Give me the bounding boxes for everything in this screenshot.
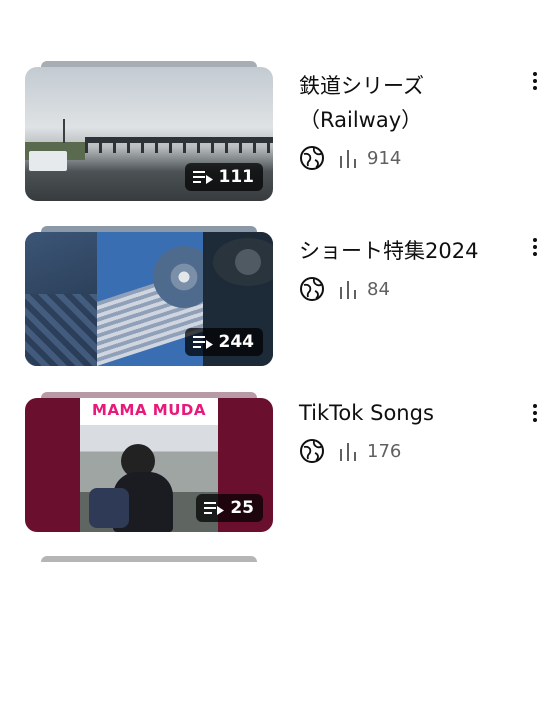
bar-chart-icon xyxy=(340,281,356,299)
view-count: 176 xyxy=(367,440,402,462)
more-vert-icon[interactable] xyxy=(530,236,540,260)
video-count-badge: 25 xyxy=(196,494,263,522)
thumbnail-image: 244 xyxy=(25,232,273,366)
bar-chart-icon xyxy=(340,443,356,461)
thumbnail-image: 111 xyxy=(25,67,273,201)
playlist-icon xyxy=(192,171,213,184)
stack-edge xyxy=(41,556,257,562)
video-count-badge: 244 xyxy=(184,328,263,356)
video-count: 25 xyxy=(230,498,254,518)
thumbnail-image: MAMA MUDA 25 xyxy=(25,398,273,532)
video-count-badge: 111 xyxy=(184,163,263,191)
thumbnail-caption: MAMA MUDA xyxy=(92,401,206,419)
bar-chart-icon xyxy=(340,150,356,168)
playlist-icon xyxy=(192,336,213,349)
view-count: 914 xyxy=(367,147,402,169)
view-count: 84 xyxy=(367,278,390,300)
playlist-row[interactable]: 111 鉄道シリーズ（Railway） 914 xyxy=(0,61,560,217)
playlist-row[interactable]: MAMA MUDA 25 TikTok Songs 176 xyxy=(0,392,560,548)
playlist-title[interactable]: ショート特集2024 xyxy=(299,234,529,268)
playlist-title[interactable]: TikTok Songs xyxy=(299,396,529,430)
playlist-title[interactable]: 鉄道シリーズ（Railway） xyxy=(299,69,529,137)
globe-icon xyxy=(300,277,324,301)
globe-icon xyxy=(300,146,324,170)
playlist-icon xyxy=(204,502,225,515)
more-vert-icon[interactable] xyxy=(530,402,540,426)
video-count: 244 xyxy=(218,332,255,352)
playlist-row[interactable]: 244 ショート特集2024 84 xyxy=(0,226,560,382)
globe-icon xyxy=(300,439,324,463)
playlist-row[interactable]: 46 0 xyxy=(0,0,560,16)
more-vert-icon[interactable] xyxy=(530,70,540,94)
playlist-row[interactable] xyxy=(0,556,560,712)
video-count: 111 xyxy=(218,167,255,187)
